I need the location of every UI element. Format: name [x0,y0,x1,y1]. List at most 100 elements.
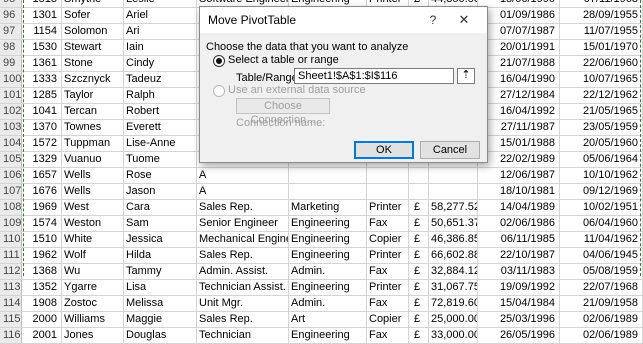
cell-last-name[interactable]: Wells [62,168,124,183]
cell-id[interactable]: 2000 [22,312,62,327]
row-number-header[interactable]: 114 [0,296,22,311]
cell-job-title[interactable]: Sales Rep. [197,312,289,327]
cell-currency[interactable]: £ [409,216,429,231]
cell-date-2[interactable]: 10/02/1951 [560,200,643,215]
close-button[interactable]: ✕ [453,11,475,29]
cell-date-2[interactable]: 02/06/1989 [560,312,643,327]
cell-last-name[interactable]: Wells [62,184,124,199]
cell-first-name[interactable]: Ralph [124,88,197,103]
cell-device[interactable] [367,168,409,183]
cell-amount[interactable]: 25,000.00 [429,312,478,327]
cell-date-2[interactable]: 15/01/1970 [560,40,643,55]
cell-first-name[interactable]: Maggie [124,312,197,327]
cell-device[interactable]: Printer [367,280,409,295]
cell-id[interactable]: 1908 [22,296,62,311]
row-number-header[interactable]: 106 [0,168,22,183]
cell-department[interactable]: Engineering [289,232,367,247]
cell-date-2[interactable]: 10/07/1965 [560,72,643,87]
cell-date-1[interactable]: 01/09/1986 [478,8,560,23]
cell-id[interactable]: 1370 [22,120,62,135]
cell-first-name[interactable]: Iain [124,40,197,55]
cell-date-1[interactable]: 25/03/1996 [478,312,560,327]
cell-first-name[interactable]: Cara [124,200,197,215]
cell-department[interactable]: Engineering [289,216,367,231]
cell-device[interactable]: Copier [367,312,409,327]
cell-last-name[interactable]: Zostoc [62,296,124,311]
cell-job-title[interactable]: Sales Rep. [197,248,289,263]
row-number-header[interactable]: 115 [0,312,22,327]
cell-id[interactable]: 1301 [22,8,62,23]
cell-first-name[interactable]: Everett [124,120,197,135]
cell-id[interactable]: 1574 [22,216,62,231]
table-range-input[interactable] [294,68,454,84]
cell-last-name[interactable]: Solomon [62,24,124,39]
cell-last-name[interactable]: West [62,200,124,215]
row-number-header[interactable]: 103 [0,120,22,135]
cell-date-1[interactable]: 16/04/1992 [478,104,560,119]
cell-date-2[interactable]: 11/07/1955 [560,24,643,39]
cell-first-name[interactable]: Ari [124,24,197,39]
cell-date-1[interactable]: 12/06/1987 [478,168,560,183]
cell-first-name[interactable]: Tuome [124,152,197,167]
cell-device[interactable]: Fax [367,296,409,311]
cell-job-title[interactable]: Technician Assist. [197,280,289,295]
cell-first-name[interactable]: Ariel [124,8,197,23]
ok-button[interactable]: OK [354,141,414,159]
cell-date-2[interactable]: 22/07/1968 [560,280,643,295]
cell-date-2[interactable]: 05/06/1964 [560,152,643,167]
cell-first-name[interactable]: Rose [124,168,197,183]
row-number-header[interactable]: 111 [0,248,22,263]
cell-currency[interactable]: £ [409,232,429,247]
cell-device[interactable] [367,184,409,199]
row-number-header[interactable]: 113 [0,280,22,295]
table-row[interactable]: 116 2001 Jones Douglas Technician Engineering… [0,328,643,344]
cancel-button[interactable]: Cancel [420,141,480,159]
cell-id[interactable]: 1352 [22,280,62,295]
cell-last-name[interactable]: Townes [62,120,124,135]
cell-currency[interactable]: £ [409,280,429,295]
cell-device[interactable]: Fax [367,264,409,279]
cell-amount[interactable]: 31,067.75 [429,280,478,295]
row-number-header[interactable]: 101 [0,88,22,103]
cell-id[interactable]: 1329 [22,152,62,167]
cell-id[interactable]: 1969 [22,200,62,215]
cell-id[interactable]: 1333 [22,72,62,87]
cell-department[interactable]: Admin. [289,264,367,279]
external-source-radio[interactable] [213,85,225,97]
cell-device[interactable]: Printer [367,200,409,215]
cell-department[interactable]: Engineering [289,328,367,343]
cell-device[interactable]: Copier [367,232,409,247]
cell-department[interactable]: Marketing [289,200,367,215]
cell-date-1[interactable]: 15/04/1984 [478,296,560,311]
choose-connection-button[interactable]: Choose Connection... [236,98,330,126]
cell-amount[interactable]: 72,819.60 [429,296,478,311]
row-number-header[interactable]: 96 [0,8,22,23]
cell-date-2[interactable]: 22/12/1962 [560,88,643,103]
cell-id[interactable]: 1657 [22,168,62,183]
cell-currency[interactable]: £ [409,296,429,311]
cell-amount[interactable]: 50,651.37 [429,216,478,231]
cell-date-1[interactable]: 07/07/1987 [478,24,560,39]
cell-last-name[interactable]: Taylor [62,88,124,103]
cell-date-2[interactable]: 21/05/1965 [560,104,643,119]
table-range-radio[interactable] [213,55,225,67]
cell-date-2[interactable]: 21/09/1958 [560,296,643,311]
cell-last-name[interactable]: Wolf [62,248,124,263]
cell-last-name[interactable]: Weston [62,216,124,231]
cell-first-name[interactable]: Cindy [124,56,197,71]
cell-amount[interactable] [429,168,478,183]
row-number-header[interactable]: 105 [0,152,22,167]
cell-department[interactable]: Engineering [289,280,367,295]
cell-date-1[interactable]: 26/05/1996 [478,328,560,343]
table-row[interactable]: 114 1908 Zostoc Melissa Unit Mgr. Admin. Fax £7… [0,296,643,312]
cell-last-name[interactable]: Stewart [62,40,124,55]
cell-amount[interactable] [429,184,478,199]
row-number-header[interactable]: 109 [0,216,22,231]
cell-last-name[interactable]: Wu [62,264,124,279]
cell-device[interactable]: Fax [367,328,409,343]
cell-date-2[interactable]: 06/04/1960 [560,216,643,231]
cell-id[interactable]: 1676 [22,184,62,199]
dialog-titlebar[interactable]: Move PivotTable ? ✕ [200,7,487,33]
cell-date-1[interactable]: 27/11/1987 [478,120,560,135]
cell-first-name[interactable]: Douglas [124,328,197,343]
